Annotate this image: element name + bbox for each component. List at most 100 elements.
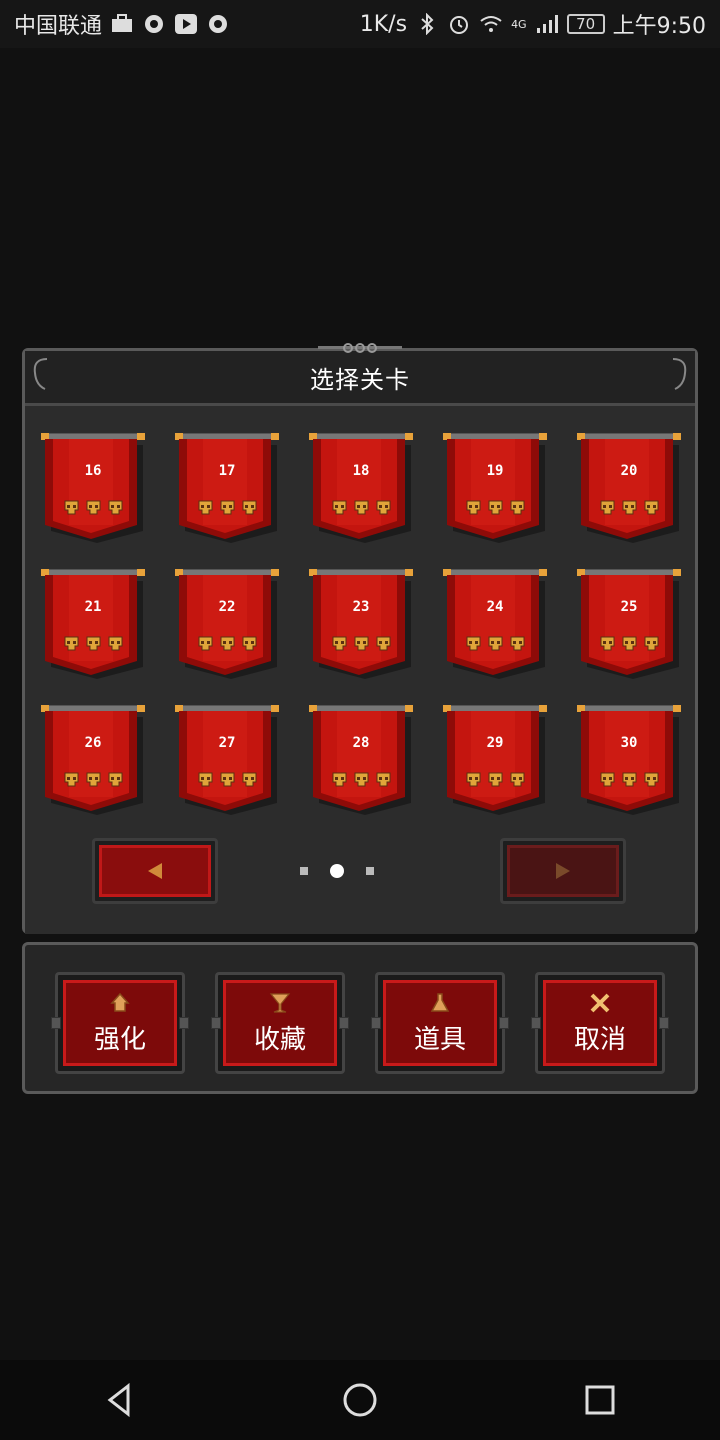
skull-rating	[41, 499, 145, 516]
level-number: 17	[218, 463, 236, 479]
skull-icon	[466, 500, 480, 515]
level-banner[interactable]: 26	[41, 705, 145, 815]
recents-icon[interactable]	[580, 1380, 620, 1420]
level-banner[interactable]: 21	[41, 569, 145, 679]
skull-icon	[510, 772, 524, 787]
system-nav-bar	[0, 1360, 720, 1440]
skull-icon	[622, 636, 636, 651]
title-bar: 选择关卡	[25, 343, 695, 406]
alarm-icon	[447, 13, 471, 35]
skull-icon	[466, 772, 480, 787]
skull-icon	[510, 500, 524, 515]
network-type: 4G	[511, 17, 527, 31]
clock: 上午9:50	[612, 14, 706, 39]
skull-icon	[332, 636, 346, 651]
skull-rating	[577, 771, 681, 788]
goblet-icon	[269, 992, 291, 1013]
skull-icon	[600, 636, 614, 651]
skull-icon	[220, 772, 234, 787]
qq-browser-icon	[206, 13, 230, 35]
skull-icon	[108, 636, 122, 651]
corner-curl-icon	[33, 358, 48, 390]
skull-icon	[332, 500, 346, 515]
items-button[interactable]: 道具	[371, 972, 509, 1074]
skull-rating	[309, 499, 413, 516]
skull-icon	[198, 636, 212, 651]
upgrade-button[interactable]: 强化	[51, 972, 189, 1074]
level-banner[interactable]: 27	[175, 705, 279, 815]
level-number: 28	[352, 735, 370, 751]
collection-button[interactable]: 收藏	[211, 972, 349, 1074]
collection-label: 收藏	[253, 1024, 306, 1055]
cancel-label: 取消	[573, 1024, 626, 1055]
video-app-icon	[174, 13, 198, 35]
skull-icon	[644, 500, 658, 515]
skull-icon	[242, 500, 256, 515]
skull-icon	[600, 772, 614, 787]
skull-rating	[175, 499, 279, 516]
level-banner[interactable]: 23	[309, 569, 413, 679]
level-banner[interactable]: 29	[443, 705, 547, 815]
skull-rating	[443, 771, 547, 788]
arrow-left-icon	[148, 863, 162, 879]
bottom-toolbar: 强化 收藏 道具 取消	[22, 942, 698, 1094]
skull-icon	[376, 636, 390, 651]
skull-rating	[443, 499, 547, 516]
upgrade-label: 强化	[93, 1024, 146, 1055]
skull-rating	[309, 635, 413, 652]
bluetooth-icon	[415, 12, 439, 36]
level-number: 22	[218, 599, 236, 615]
skull-icon	[488, 636, 502, 651]
cancel-button[interactable]: 取消	[531, 972, 669, 1074]
skull-icon	[242, 772, 256, 787]
skull-icon	[354, 636, 368, 651]
home-icon[interactable]	[340, 1380, 380, 1420]
skull-icon	[64, 772, 78, 787]
back-icon[interactable]	[100, 1380, 140, 1420]
page-indicator	[300, 864, 374, 878]
status-bar: 中国联通 1K/s 4G 70 上午9:50	[0, 0, 720, 48]
skull-icon	[488, 500, 502, 515]
items-label: 道具	[413, 1024, 466, 1055]
skull-icon	[354, 772, 368, 787]
level-banner[interactable]: 22	[175, 569, 279, 679]
corner-curl-icon	[672, 358, 687, 390]
level-banner[interactable]: 28	[309, 705, 413, 815]
level-banner[interactable]: 17	[175, 433, 279, 543]
skull-rating	[41, 771, 145, 788]
prev-page-button[interactable]	[92, 838, 218, 904]
skull-icon	[108, 772, 122, 787]
skull-icon	[466, 636, 480, 651]
level-number: 27	[218, 735, 236, 751]
next-page-button[interactable]	[500, 838, 626, 904]
skull-icon	[198, 772, 212, 787]
level-banner[interactable]: 18	[309, 433, 413, 543]
battery-indicator: 70	[566, 14, 605, 34]
skull-rating	[577, 499, 681, 516]
skull-icon	[86, 636, 100, 651]
skull-icon	[376, 772, 390, 787]
skull-rating	[443, 635, 547, 652]
level-banner[interactable]: 30	[577, 705, 681, 815]
skull-icon	[622, 500, 636, 515]
skull-icon	[86, 772, 100, 787]
level-number: 16	[84, 463, 102, 479]
skull-icon	[644, 772, 658, 787]
level-banner[interactable]: 16	[41, 433, 145, 543]
level-banner[interactable]: 24	[443, 569, 547, 679]
level-banner[interactable]: 25	[577, 569, 681, 679]
level-banner[interactable]: 19	[443, 433, 547, 543]
level-banner[interactable]: 20	[577, 433, 681, 543]
level-number: 23	[352, 599, 370, 615]
level-number: 24	[486, 599, 504, 615]
arrow-right-icon	[556, 863, 570, 879]
level-number: 20	[620, 463, 638, 479]
signal-icon	[535, 13, 559, 35]
skull-icon	[376, 500, 390, 515]
level-number: 26	[84, 735, 102, 751]
briefcase-icon	[110, 13, 134, 35]
skull-icon	[108, 500, 122, 515]
skull-icon	[86, 500, 100, 515]
level-number: 29	[486, 735, 504, 751]
skull-icon	[220, 500, 234, 515]
